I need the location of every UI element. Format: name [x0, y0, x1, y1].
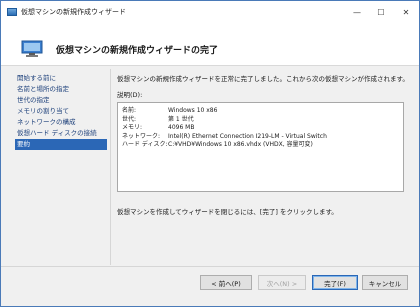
completion-message: 仮想マシンの新規作成ウィザードを正常に完了しました。これから次の仮想マシンが作成… [117, 75, 409, 83]
summary-value: Intel(R) Ethernet Connection I219-LM - V… [168, 132, 327, 140]
minimize-button[interactable]: — [345, 1, 369, 23]
wizard-steps-nav: 開始する前に 名前と場所の指定 世代の指定 メモリの割り当て ネットワークの構成… [15, 73, 107, 150]
cancel-button[interactable]: キャンセル [362, 275, 408, 290]
nav-step-name-location[interactable]: 名前と場所の指定 [15, 84, 107, 95]
nav-step-generation[interactable]: 世代の指定 [15, 95, 107, 106]
summary-key: 世代: [122, 115, 137, 123]
summary-row-hard-disk: ハード ディスク: C:¥VHD¥Windows 10 x86.vhdx (VH… [122, 141, 399, 150]
close-button[interactable]: ✕ [393, 1, 419, 23]
window-title: 仮想マシンの新規作成ウィザード [21, 8, 126, 16]
maximize-button[interactable]: ☐ [369, 1, 393, 23]
summary-key: 名前: [122, 107, 137, 114]
next-button[interactable]: 次へ(N) > [258, 275, 306, 290]
wizard-header: 仮想マシンの新規作成ウィザードの完了 [1, 23, 419, 66]
previous-button[interactable]: < 前へ(P) [200, 275, 252, 290]
summary-row-memory: メモリ: 4096 MB [122, 124, 399, 133]
summary-row-network: ネットワーク: Intel(R) Ethernet Connection I21… [122, 133, 399, 142]
sidebar-divider [110, 69, 111, 265]
nav-step-summary[interactable]: 要約 [15, 139, 107, 150]
nav-step-before-you-begin[interactable]: 開始する前に [15, 73, 107, 84]
footer-divider [1, 266, 419, 267]
summary-key: ハード ディスク: [122, 141, 168, 148]
finish-instruction: 仮想マシンを作成してウィザードを閉じるには、[完了] をクリックします。 [117, 208, 338, 216]
finish-button[interactable]: 完了(F) [312, 275, 358, 290]
hyperv-app-icon [7, 8, 17, 16]
summary-key: メモリ: [122, 124, 143, 131]
title-bar[interactable]: 仮想マシンの新規作成ウィザード — ☐ ✕ [1, 1, 419, 23]
nav-step-virtual-hard-disk[interactable]: 仮想ハード ディスクの接続 [15, 128, 107, 139]
page-title: 仮想マシンの新規作成ウィザードの完了 [56, 46, 219, 56]
description-label: 説明(D): [117, 91, 143, 99]
summary-value: Windows 10 x86 [168, 107, 218, 114]
summary-row-name: 名前: Windows 10 x86 [122, 107, 399, 116]
summary-value: 4096 MB [168, 124, 195, 131]
wizard-window: 仮想マシンの新規作成ウィザード — ☐ ✕ 仮想マシンの新規作成ウィザードの完了… [0, 0, 420, 307]
summary-key: ネットワーク: [122, 132, 161, 140]
description-box[interactable]: 名前: Windows 10 x86 世代: 第 1 世代 メモリ: 4096 … [117, 102, 404, 192]
virtual-machine-icon [21, 40, 43, 57]
summary-value: 第 1 世代 [168, 115, 194, 123]
summary-row-generation: 世代: 第 1 世代 [122, 116, 399, 125]
summary-content: 仮想マシンの新規作成ウィザードを正常に完了しました。これから次の仮想マシンが作成… [117, 73, 409, 216]
nav-step-memory[interactable]: メモリの割り当て [15, 106, 107, 117]
nav-step-network[interactable]: ネットワークの構成 [15, 117, 107, 128]
summary-value: C:¥VHD¥Windows 10 x86.vhdx (VHDX, 容量可変) [168, 141, 313, 148]
